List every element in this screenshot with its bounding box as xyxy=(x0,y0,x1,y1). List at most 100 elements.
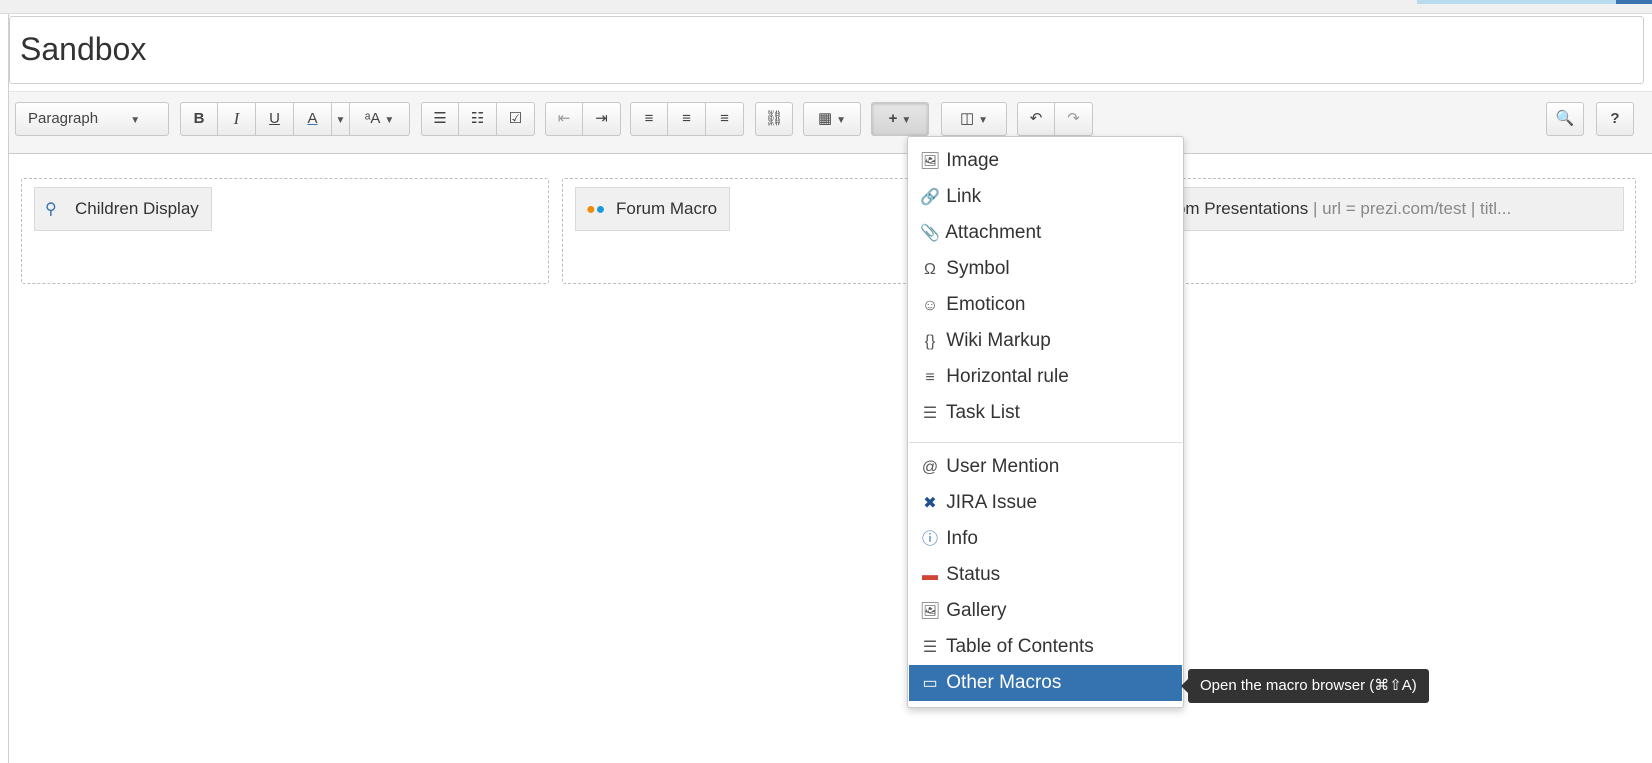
header-accent-edge xyxy=(1616,0,1652,4)
chevron-down-icon: ▼ xyxy=(384,115,395,126)
window-top-strip xyxy=(0,0,1652,14)
task-list-icon: ☰ xyxy=(922,405,938,422)
link-icon: 🔗 xyxy=(920,189,940,206)
menu-item-other-macros[interactable]: ▭ Other Macros xyxy=(909,665,1182,701)
menu-item-label: Attachment xyxy=(945,222,1042,243)
outdent-icon: ⇤ xyxy=(557,110,571,127)
forum-macro-icon: ●● xyxy=(586,200,606,218)
menu-item-image[interactable]: 🖼 Image xyxy=(909,143,1182,179)
help-button[interactable]: ? xyxy=(1596,102,1634,136)
align-center-button[interactable]: ≡ xyxy=(668,102,706,136)
bullet-list-button[interactable]: ☰ xyxy=(421,102,459,136)
macro-browser-icon: ▭ xyxy=(922,675,938,692)
menu-item-attachment[interactable]: 📎 Attachment xyxy=(909,215,1182,251)
insert-link-button[interactable]: ⛓ xyxy=(755,102,793,136)
menu-item-status[interactable]: ▬ Status xyxy=(909,557,1182,593)
italic-button[interactable]: I xyxy=(218,102,256,136)
align-center-icon: ≡ xyxy=(682,110,691,127)
at-icon: @ xyxy=(921,459,939,476)
indent-button[interactable]: ⇥ xyxy=(583,102,621,136)
bullet-list-icon: ☰ xyxy=(433,110,447,127)
underline-button[interactable]: U xyxy=(256,102,294,136)
chevron-down-icon: ▼ xyxy=(836,115,847,126)
menu-item-label: Task List xyxy=(945,402,1020,423)
menu-item-label: User Mention xyxy=(946,456,1060,477)
menu-item-label: Gallery xyxy=(946,600,1007,621)
menu-item-jira-issue[interactable]: ✖ JIRA Issue xyxy=(909,485,1182,521)
menu-item-symbol[interactable]: Ω Symbol xyxy=(909,251,1182,287)
chevron-down-icon: ▼ xyxy=(978,115,989,126)
menu-item-label: Horizontal rule xyxy=(946,366,1069,387)
insert-more-button[interactable]: + ▼ xyxy=(871,102,929,136)
menu-item-label: Emoticon xyxy=(946,294,1026,315)
macro-column-3: ezi.com Presentations | url = prezi.com/… xyxy=(1130,178,1636,284)
paragraph-style-label: Paragraph xyxy=(28,110,99,127)
menu-item-info[interactable]: ⓘ Info xyxy=(909,521,1182,557)
gallery-icon: 🖼 xyxy=(919,603,941,620)
menu-divider xyxy=(909,442,1182,443)
menu-item-label: Link xyxy=(946,186,982,207)
macro-column-1: ⚲ Children Display xyxy=(21,178,549,284)
link-icon: ⛓ xyxy=(764,110,784,127)
help-icon: ? xyxy=(1610,110,1620,127)
undo-button[interactable]: ↶ xyxy=(1017,102,1055,136)
menu-item-user-mention[interactable]: @ User Mention xyxy=(909,449,1182,485)
editor-toolbar: Paragraph ▼ B I U A ▼ ᵃA ▼ ☰ ☷ ☑ ⇤ ⇥ ≡ ≡ … xyxy=(9,91,1652,154)
insert-table-button[interactable]: ▦ ▼ xyxy=(803,102,861,136)
find-replace-button[interactable]: 🔍 xyxy=(1546,102,1584,136)
symbol-icon: Ω xyxy=(924,261,936,278)
menu-item-task-list[interactable]: ☰ Task List xyxy=(909,395,1182,431)
numbered-list-button[interactable]: ☷ xyxy=(459,102,497,136)
table-of-contents-icon: ☰ xyxy=(922,639,938,656)
text-color-button[interactable]: A xyxy=(294,102,332,136)
plus-icon: + xyxy=(888,110,898,127)
redo-icon: ↷ xyxy=(1067,110,1080,127)
redo-button[interactable]: ↷ xyxy=(1055,102,1093,136)
macro-label: Children Display xyxy=(75,199,199,218)
chevron-down-icon: ▼ xyxy=(901,115,912,126)
menu-item-label: Symbol xyxy=(946,258,1010,279)
insert-more-dropdown: 🖼 Image 🔗 Link 📎 Attachment Ω Symbol ☺ E… xyxy=(907,136,1184,708)
outdent-button[interactable]: ⇤ xyxy=(545,102,583,136)
menu-item-label: Info xyxy=(946,528,978,549)
menu-item-label: Wiki Markup xyxy=(946,330,1051,351)
menu-item-link[interactable]: 🔗 Link xyxy=(909,179,1182,215)
macro-label: Forum Macro xyxy=(616,199,718,218)
wiki-markup-icon: {} xyxy=(924,333,936,350)
paragraph-style-dropdown[interactable]: Paragraph ▼ xyxy=(15,102,169,136)
menu-item-emoticon[interactable]: ☺ Emoticon xyxy=(909,287,1182,323)
chevron-down-icon: ▼ xyxy=(130,115,141,126)
task-list-button[interactable]: ☑ xyxy=(497,102,535,136)
bold-button[interactable]: B xyxy=(180,102,218,136)
macro-placeholder-prezi[interactable]: ezi.com Presentations | url = prezi.com/… xyxy=(1130,187,1624,231)
info-icon: ⓘ xyxy=(921,531,938,548)
font-size-icon: ᵃA xyxy=(364,110,381,127)
menu-item-label: Other Macros xyxy=(946,672,1062,693)
menu-item-gallery[interactable]: 🖼 Gallery xyxy=(909,593,1182,629)
numbered-list-icon: ☷ xyxy=(470,110,485,127)
more-formatting-button[interactable]: ᵃA ▼ xyxy=(350,102,410,136)
text-color-dropdown[interactable]: ▼ xyxy=(332,102,350,136)
horizontal-rule-icon: ≡ xyxy=(925,369,935,386)
macro-placeholder-forum[interactable]: ●● Forum Macro xyxy=(575,187,731,231)
search-icon: 🔍 xyxy=(1555,110,1575,127)
menu-item-wiki-markup[interactable]: {} Wiki Markup xyxy=(909,323,1182,359)
indent-icon: ⇥ xyxy=(595,110,608,127)
menu-item-label: Image xyxy=(946,150,1000,171)
macro-params: | url = prezi.com/test | titl... xyxy=(1308,199,1512,218)
align-left-button[interactable]: ≡ xyxy=(630,102,668,136)
macro-placeholder-children-display[interactable]: ⚲ Children Display xyxy=(34,187,212,231)
align-left-icon: ≡ xyxy=(644,110,654,127)
menu-item-label: Table of Contents xyxy=(945,636,1094,657)
layout-icon: ◫ xyxy=(959,110,975,127)
chevron-down-icon: ▼ xyxy=(335,115,346,126)
menu-item-horizontal-rule[interactable]: ≡ Horizontal rule xyxy=(909,359,1182,395)
attachment-icon: 📎 xyxy=(920,225,940,242)
page-title-input[interactable]: Sandbox xyxy=(9,16,1644,84)
align-right-icon: ≡ xyxy=(720,110,729,127)
menu-item-table-of-contents[interactable]: ☰ Table of Contents xyxy=(909,629,1182,665)
menu-item-label: Status xyxy=(946,564,1001,585)
align-right-button[interactable]: ≡ xyxy=(706,102,744,136)
page-layout-button[interactable]: ◫ ▼ xyxy=(941,102,1007,136)
table-icon: ▦ xyxy=(817,110,833,127)
